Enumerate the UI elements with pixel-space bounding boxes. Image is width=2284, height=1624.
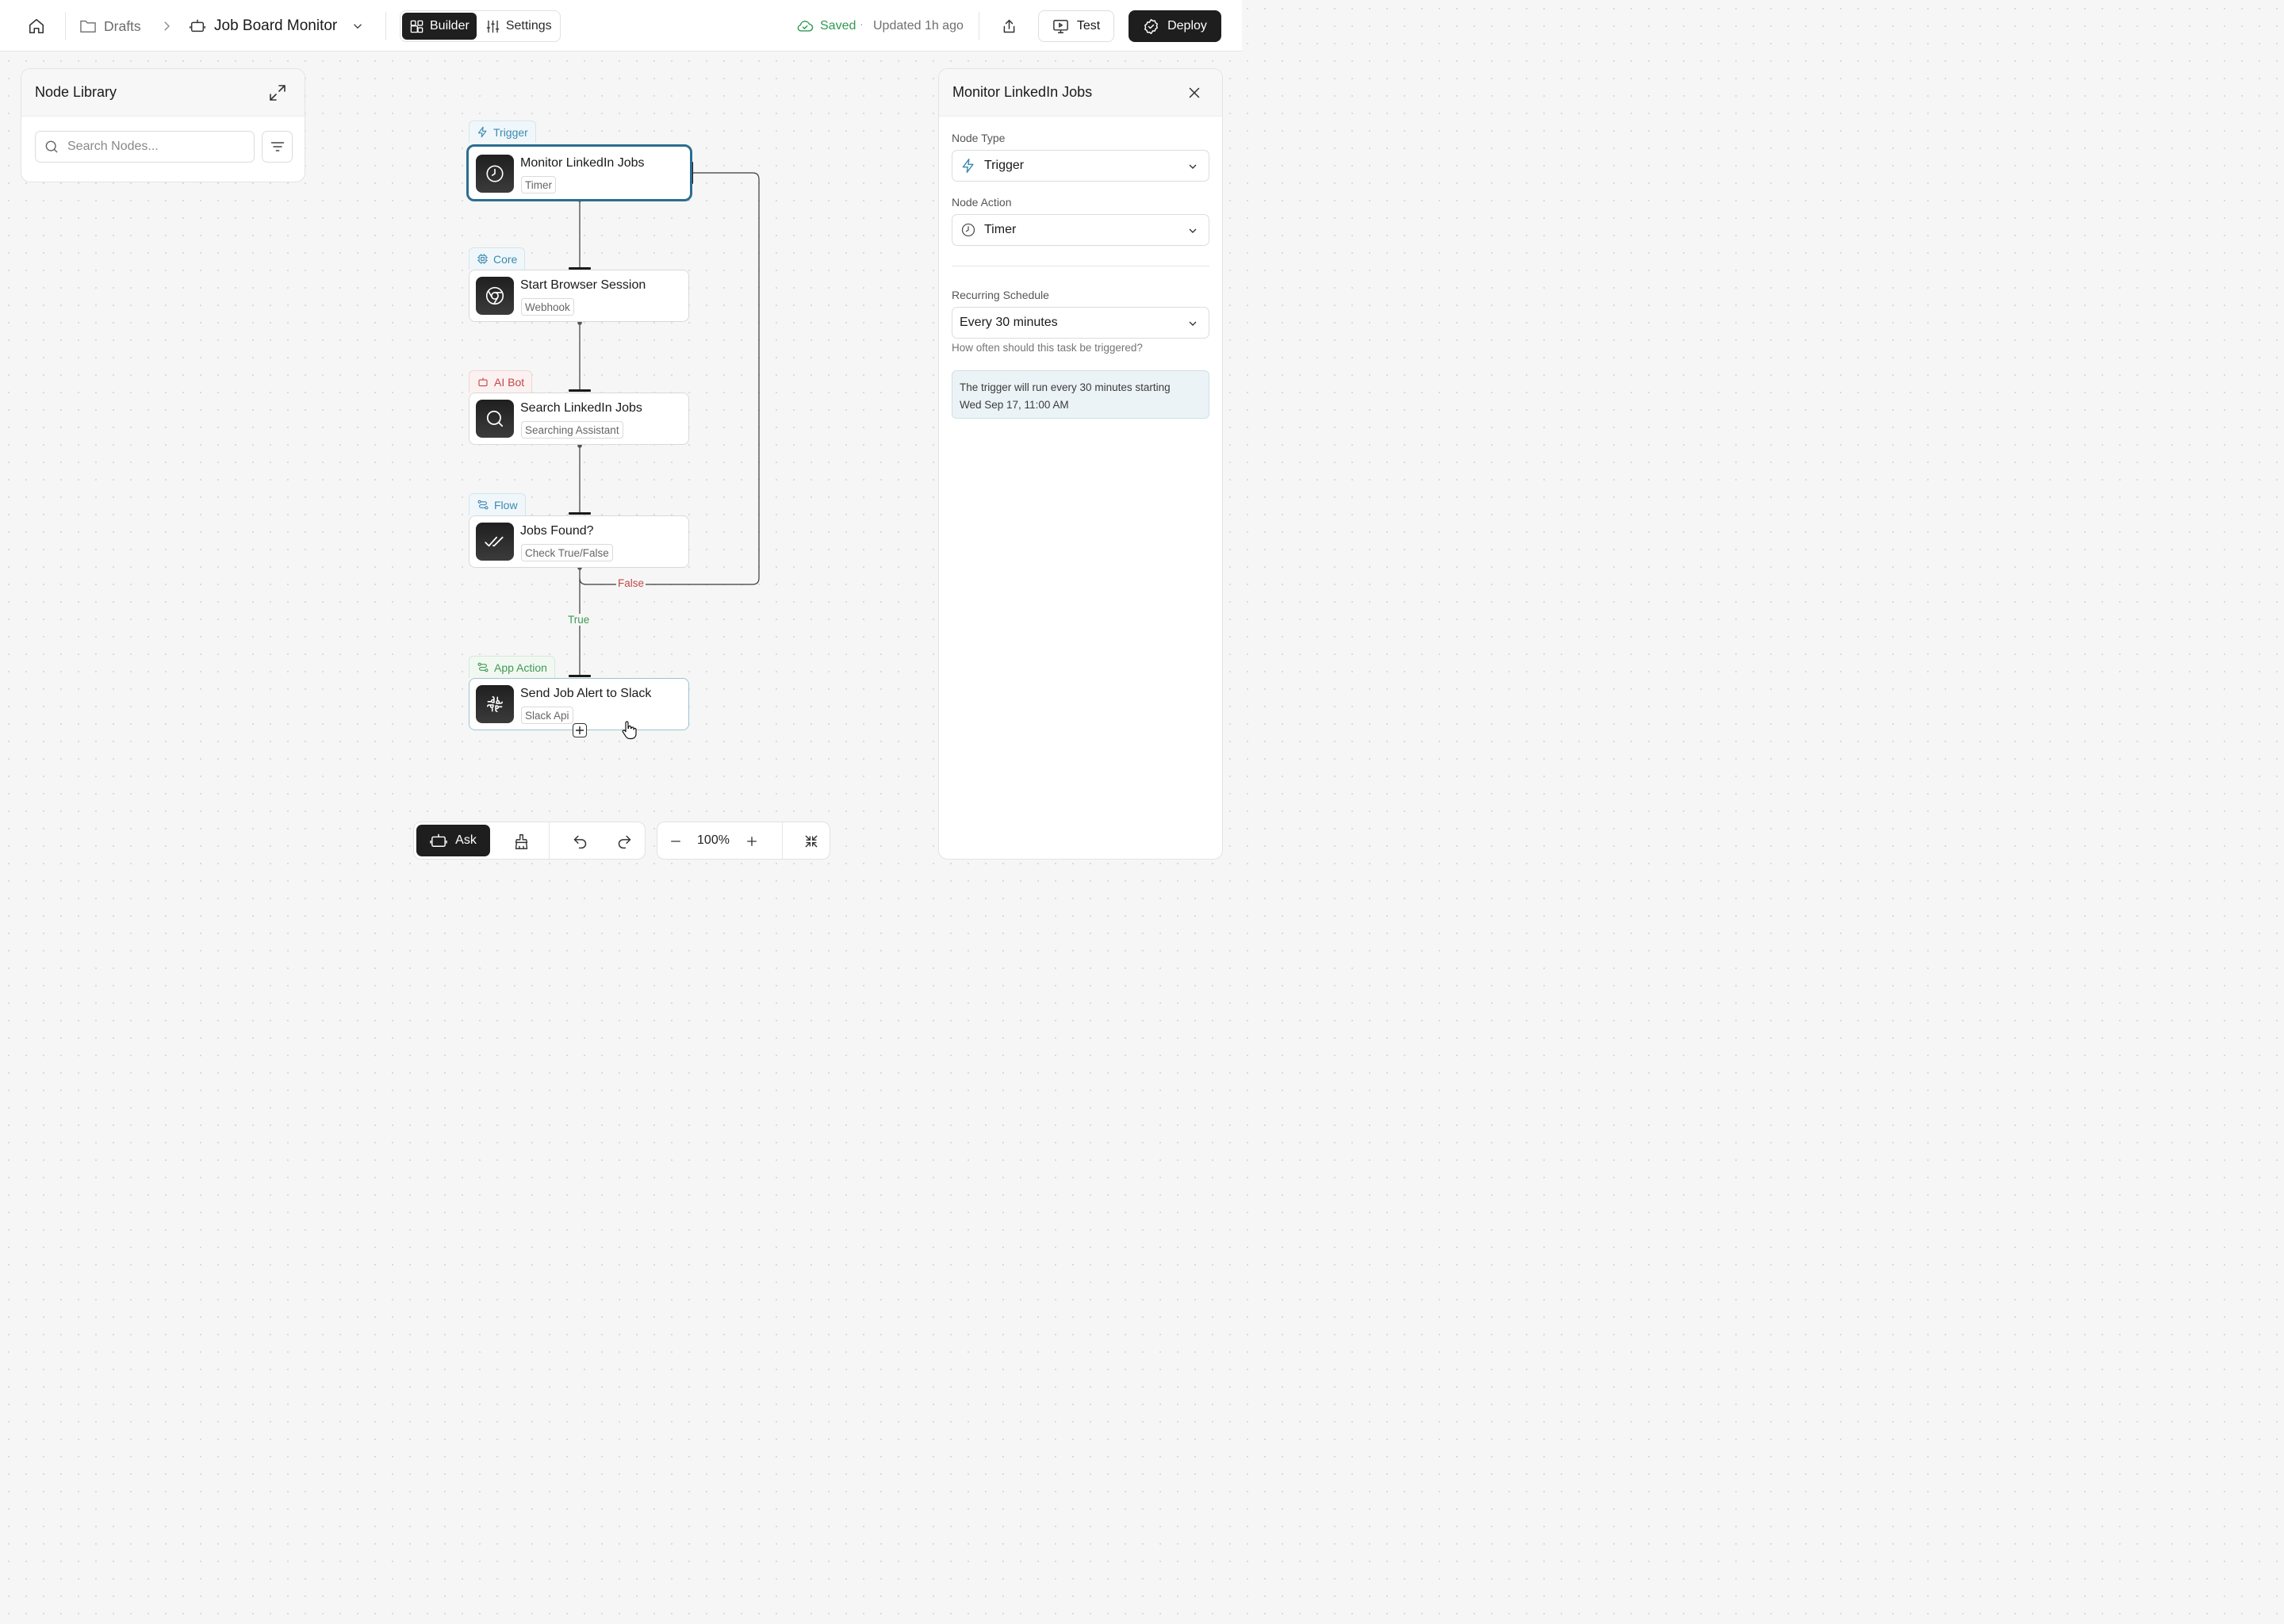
node-tag-app-action: App Action: [469, 656, 555, 678]
ask-button[interactable]: Ask: [416, 825, 490, 856]
node-tag-trigger: Trigger: [469, 121, 536, 143]
node-action-value: Timer: [984, 223, 1017, 236]
node-tag-label: App Action: [494, 661, 547, 674]
node-icon-badge: [476, 685, 514, 723]
node-monitor-linkedin-jobs[interactable]: Monitor LinkedIn Jobs Timer: [466, 144, 692, 201]
double-check-icon: [485, 536, 504, 547]
plus-icon: [576, 726, 584, 734]
chevron-down-icon: [1189, 321, 1197, 326]
node-tag-label: Trigger: [493, 125, 528, 139]
chevron-down-icon: [1189, 164, 1197, 169]
lightning-icon: [962, 158, 974, 174]
zoom-out-button[interactable]: [665, 830, 687, 852]
recurring-schedule-label: Recurring Schedule: [952, 289, 1049, 301]
node-type-label: Node Type: [952, 132, 1006, 144]
node-tag-core: Core: [469, 247, 526, 270]
chrome-icon: [485, 286, 504, 305]
node-subtype-badge: Slack Api: [521, 707, 573, 724]
schedule-hint: How often should this task be triggered?: [952, 342, 1143, 354]
cpu-icon: [477, 254, 488, 264]
node-details-header: Monitor LinkedIn Jobs: [939, 69, 1222, 117]
node-tag-ai-bot: AI Bot: [469, 370, 533, 393]
collapse-icon: [805, 835, 818, 848]
node-jobs-found[interactable]: Jobs Found? Check True/False: [469, 515, 689, 568]
close-icon: [1189, 87, 1200, 98]
route-icon: [477, 500, 489, 510]
node-search-linkedin-jobs[interactable]: Search LinkedIn Jobs Searching Assistant: [469, 393, 689, 445]
lightning-icon: [477, 126, 487, 138]
chevron-down-icon: [1189, 228, 1197, 233]
node-title: Search LinkedIn Jobs: [520, 401, 642, 415]
minus-icon: [671, 841, 680, 842]
node-icon-badge: [476, 523, 514, 561]
route-icon: [477, 662, 489, 672]
undo-button[interactable]: [569, 830, 591, 852]
branch-false-label: False: [616, 577, 646, 589]
node-icon-badge: [476, 277, 514, 315]
schedule-info-box: The trigger will run every 30 minutes st…: [952, 370, 1209, 419]
node-title: Monitor LinkedIn Jobs: [520, 156, 645, 170]
clock-icon: [961, 223, 975, 237]
node-subtype-badge: Searching Assistant: [521, 421, 623, 439]
clock-icon: [486, 165, 504, 182]
recurring-schedule-select[interactable]: Every 30 minutes: [952, 307, 1209, 339]
bot-icon: [430, 833, 447, 847]
redo-button[interactable]: [613, 830, 635, 852]
search-icon: [486, 410, 504, 427]
zoom-in-button[interactable]: [741, 830, 763, 852]
brush-icon: [515, 833, 527, 849]
zoom-toolbar: 100%: [657, 822, 830, 860]
node-subtype-badge: Webhook: [521, 298, 574, 316]
bot-icon: [478, 377, 488, 387]
node-tag-label: Core: [493, 252, 518, 266]
canvas-actions-toolbar: Ask: [413, 822, 646, 860]
node-type-select[interactable]: Trigger: [952, 150, 1209, 182]
node-icon-badge: [476, 400, 514, 438]
ask-label: Ask: [455, 833, 477, 847]
clean-up-button[interactable]: [510, 830, 532, 852]
node-icon-badge: [476, 155, 514, 193]
node-details-title: Monitor LinkedIn Jobs: [952, 84, 1093, 100]
redo-icon: [618, 835, 630, 848]
node-title: Start Browser Session: [520, 278, 646, 292]
node-subtype-badge: Check True/False: [521, 544, 613, 561]
node-title: Send Job Alert to Slack: [520, 687, 652, 700]
divider: [549, 822, 550, 859]
node-tag-label: Flow: [494, 498, 518, 511]
recurring-schedule-value: Every 30 minutes: [960, 316, 1058, 329]
add-node-button[interactable]: [573, 723, 587, 737]
node-subtype-badge: Timer: [521, 176, 556, 193]
node-tag-label: AI Bot: [494, 375, 525, 389]
node-tag-flow: Flow: [469, 493, 526, 515]
close-panel-button[interactable]: [1186, 84, 1203, 102]
schedule-info-line2: Wed Sep 17, 11:00 AM: [960, 399, 1069, 411]
node-details-panel: Monitor LinkedIn Jobs Node Type Trigger …: [938, 68, 1223, 860]
node-title: Jobs Found?: [520, 524, 594, 538]
node-action-select[interactable]: Timer: [952, 214, 1209, 246]
divider: [782, 822, 783, 859]
node-type-value: Trigger: [984, 159, 1025, 172]
fit-view-button[interactable]: [800, 830, 822, 852]
node-action-label: Node Action: [952, 196, 1012, 209]
node-start-browser-session[interactable]: Start Browser Session Webhook: [469, 270, 689, 322]
schedule-info-line1: The trigger will run every 30 minutes st…: [960, 381, 1171, 393]
branch-true-label: True: [566, 614, 592, 626]
undo-icon: [573, 835, 586, 848]
slack-icon: [486, 695, 504, 713]
zoom-level: 100%: [697, 833, 730, 847]
plus-icon: [747, 837, 757, 846]
hand-pointer-icon: [622, 721, 637, 740]
